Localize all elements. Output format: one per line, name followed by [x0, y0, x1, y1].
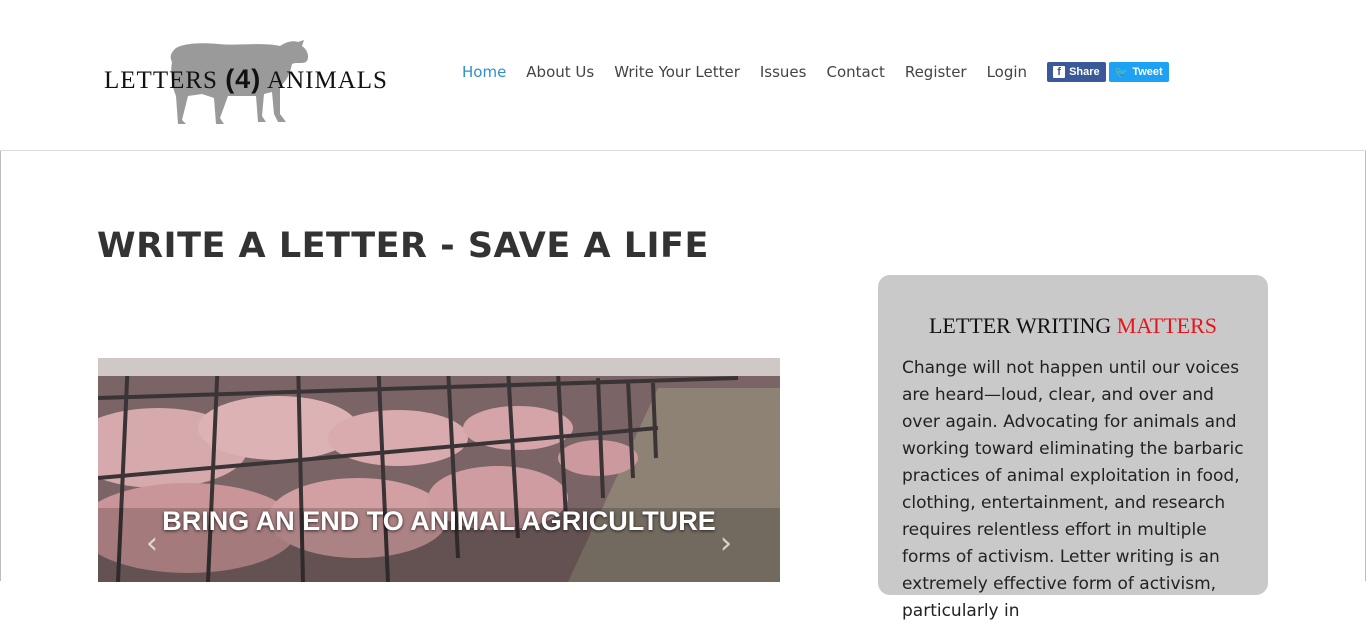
page-title: WRITE A LETTER - SAVE A LIFE	[97, 226, 709, 266]
carousel-next-arrow-icon[interactable]: ›	[714, 528, 738, 560]
nav-issues[interactable]: Issues	[760, 63, 807, 81]
nav-about-us[interactable]: About Us	[526, 63, 594, 81]
facebook-share-button[interactable]: f Share	[1047, 62, 1106, 82]
nav-home[interactable]: Home	[462, 63, 506, 81]
site-logo[interactable]: LETTERS (4) ANIMALS	[104, 36, 387, 128]
twitter-bird-icon: 🐦	[1114, 66, 1129, 79]
letter-writing-panel: LETTER WRITING MATTERS Change will not h…	[878, 275, 1268, 621]
carousel-caption-title: BRING AN END TO ANIMAL AGRICULTURE	[162, 506, 716, 536]
logo-word-letters: LETTERS	[104, 67, 218, 94]
nav-login[interactable]: Login	[987, 63, 1027, 81]
nav-contact[interactable]: Contact	[826, 63, 884, 81]
image-carousel[interactable]: BRING AN END TO ANIMAL AGRICULTURE ‹ ›	[98, 358, 780, 582]
logo-text: LETTERS (4) ANIMALS	[104, 64, 388, 95]
panel-title: LETTER WRITING MATTERS	[878, 313, 1268, 339]
carousel-caption: BRING AN END TO ANIMAL AGRICULTURE	[98, 506, 780, 536]
panel-title-highlight: MATTERS	[1116, 313, 1218, 338]
main-nav: Home About Us Write Your Letter Issues C…	[452, 62, 1169, 82]
social-buttons: f Share 🐦 Tweet	[1047, 62, 1169, 82]
share-label: Share	[1069, 66, 1100, 78]
nav-write-your-letter[interactable]: Write Your Letter	[614, 63, 740, 81]
carousel-prev-arrow-icon[interactable]: ‹	[140, 528, 164, 560]
logo-number: (4)	[225, 64, 262, 94]
twitter-tweet-button[interactable]: 🐦 Tweet	[1108, 62, 1169, 82]
facebook-icon: f	[1053, 66, 1066, 78]
logo-word-animals: ANIMALS	[267, 67, 388, 94]
pig-farm-photo	[98, 358, 780, 582]
site-header: LETTERS (4) ANIMALS Home About Us Write …	[0, 0, 1366, 151]
panel-body-text: Change will not happen until our voices …	[902, 358, 1244, 621]
tweet-label: Tweet	[1132, 66, 1163, 78]
nav-register[interactable]: Register	[905, 63, 967, 81]
panel-title-prefix: LETTER WRITING	[928, 313, 1117, 338]
